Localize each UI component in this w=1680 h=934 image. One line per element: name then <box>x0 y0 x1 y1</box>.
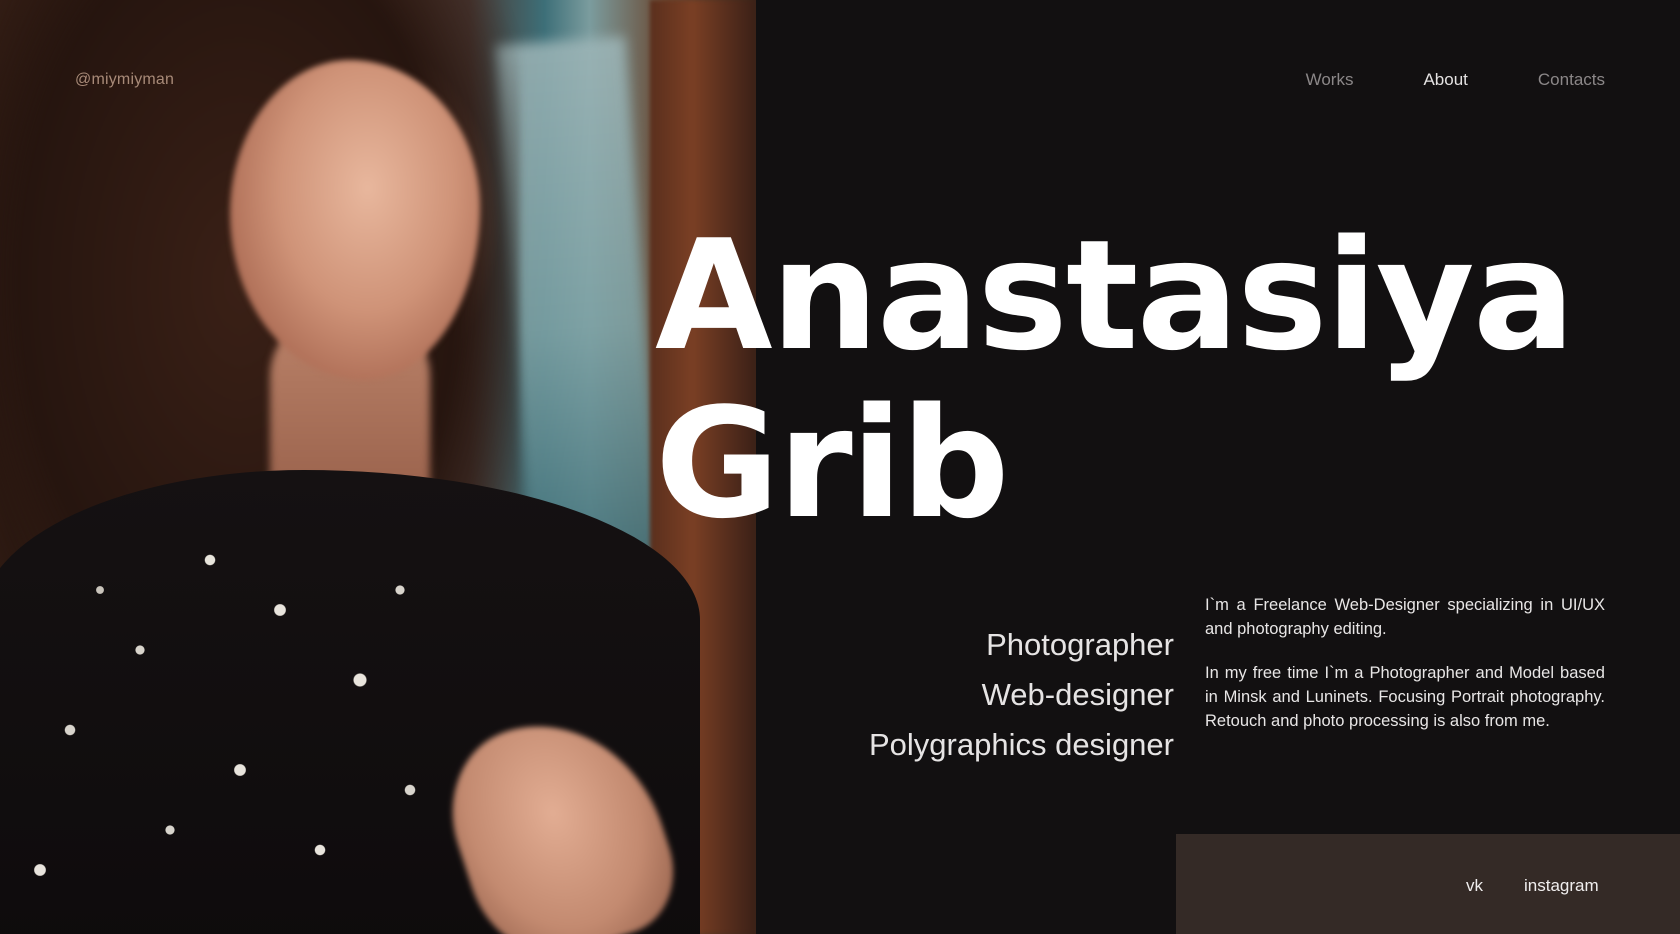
bio: I`m a Freelance Web-Designer specializin… <box>1205 593 1605 733</box>
bio-paragraph: In my free time I`m a Photographer and M… <box>1205 664 1605 730</box>
role-item: Photographer <box>986 627 1174 662</box>
main-nav: Works About Contacts <box>1306 70 1605 90</box>
nav-contacts[interactable]: Contacts <box>1538 70 1605 90</box>
instagram-link[interactable]: instagram <box>1524 876 1599 896</box>
social-bar: vk instagram <box>1176 834 1680 934</box>
bio-paragraph: I`m a Freelance Web-Designer specializin… <box>1205 596 1605 638</box>
role-item: Polygraphics designer <box>868 727 1174 762</box>
portrait-photo <box>0 0 756 934</box>
portfolio-page: @miymiyman Works About Contacts Anastasi… <box>0 0 1680 934</box>
hero-last-name: Grib <box>655 375 1010 552</box>
hero-first-name: Anastasiya <box>655 207 1575 384</box>
nav-about[interactable]: About <box>1423 70 1467 90</box>
role-item: Web-designer <box>981 677 1174 712</box>
hero-name: Anastasiya Grib <box>655 207 1575 552</box>
roles-list: Photographer Web-designer Polygraphics d… <box>869 620 1174 770</box>
nav-works[interactable]: Works <box>1306 70 1354 90</box>
social-handle-link[interactable]: @miymiyman <box>75 71 174 89</box>
vk-link[interactable]: vk <box>1466 876 1483 896</box>
